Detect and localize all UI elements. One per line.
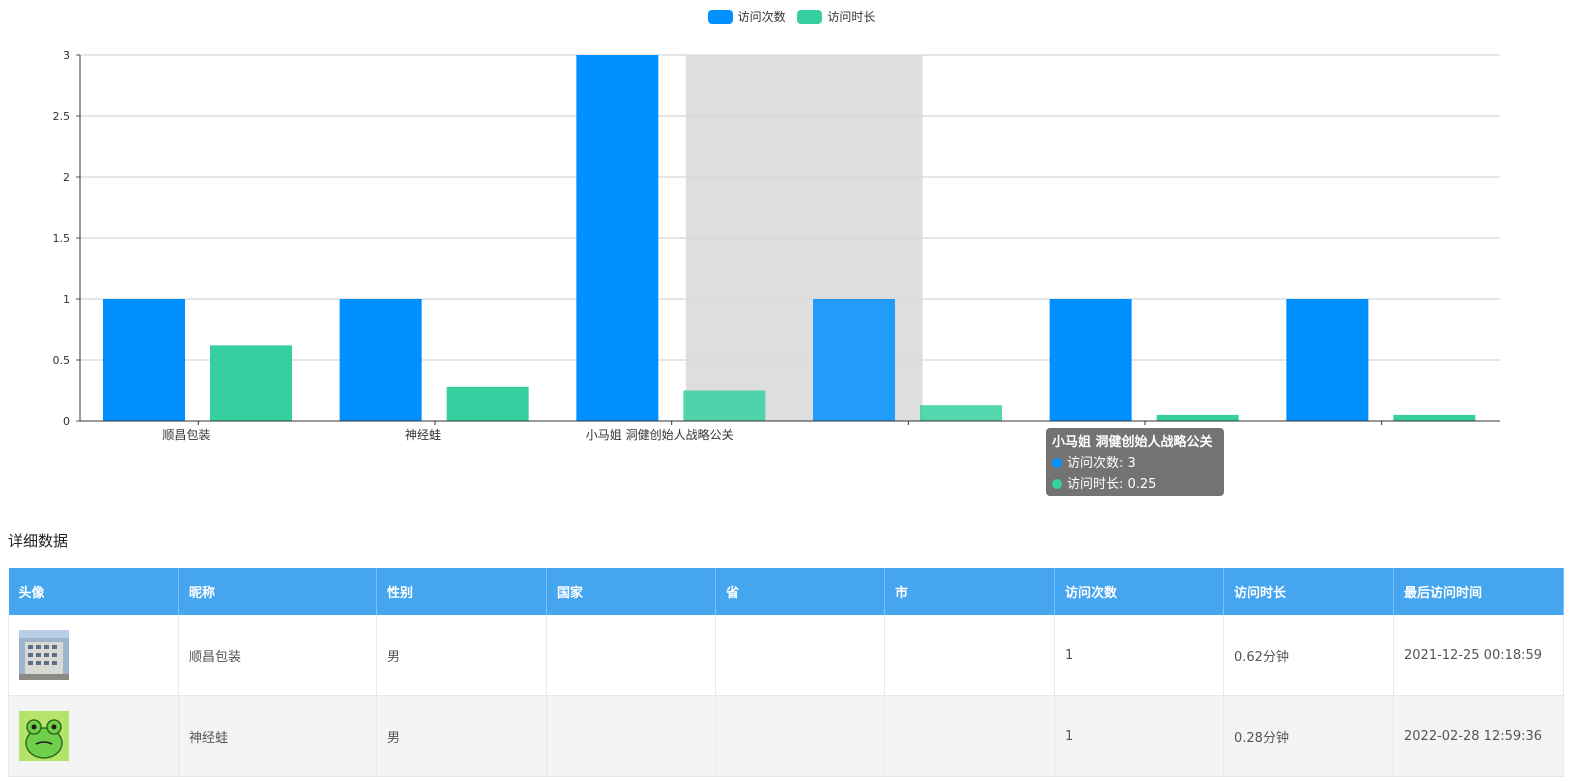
- country-cell: [546, 695, 716, 777]
- y-tick-label: 0.5: [53, 354, 71, 367]
- bar-chart: 0 0.5 1 1.5 2 2.5 3 顺昌包装 神经蛙 小马姐 洞健创始人战略公关: [53, 49, 1500, 442]
- city-cell: [884, 615, 1055, 696]
- gender-cell: 男: [376, 695, 547, 777]
- y-tick-label: 1: [63, 293, 70, 306]
- tooltip-dot-duration: [1052, 479, 1062, 489]
- x-tick-label: 顺昌包装: [162, 428, 210, 442]
- bar-visits: [1049, 299, 1132, 421]
- chart-tooltip: 小马姐 洞健创始人战略公关 访问次数: 3 访问时长: 0.25: [1046, 428, 1224, 496]
- table-row[interactable]: 神经蛙 男 1 0.28分钟 2022-02-28 12:59:36: [8, 695, 1564, 777]
- duration-cell: 0.28分钟: [1223, 695, 1394, 777]
- table-row[interactable]: 顺昌包装 男 1 0.62分钟 2021-12-25 00:18:59: [8, 615, 1564, 696]
- bar-duration: [1156, 414, 1239, 421]
- duration-cell: 0.62分钟: [1223, 615, 1394, 696]
- nickname-cell: 顺昌包装: [178, 615, 377, 696]
- bar-visits: [576, 55, 659, 421]
- bar-visits: [103, 299, 185, 421]
- section-title: 详细数据: [8, 532, 69, 550]
- country-cell: [546, 615, 716, 696]
- nickname-cell: 神经蛙: [178, 695, 377, 777]
- province-cell: [715, 615, 885, 696]
- bar-visits: [339, 299, 422, 421]
- tooltip-dot-visits: [1052, 458, 1062, 468]
- y-tick-label: 1.5: [53, 232, 71, 245]
- bar-duration: [683, 390, 766, 421]
- detail-table: 头像 昵称 性别 国家 省 市 访问次数 访问时长 最后访问时间 顺昌包装 男 …: [8, 568, 1564, 777]
- tooltip-duration-text: 访问时长: 0.25: [1067, 477, 1157, 492]
- visits-cell: 1: [1054, 695, 1224, 777]
- province-cell: [715, 695, 885, 777]
- avatar-cell: [8, 695, 179, 777]
- x-tick-label: 小马姐 洞健创始人战略公关: [586, 427, 734, 442]
- tooltip-line-visits: 访问次数: 3: [1052, 453, 1218, 474]
- header-province[interactable]: 省: [715, 568, 885, 615]
- building-avatar: [19, 630, 69, 680]
- gender-cell: 男: [376, 615, 547, 696]
- x-tick-label: 神经蛙: [405, 428, 441, 442]
- bar-visits: [813, 299, 895, 421]
- y-tick-label: 0: [63, 415, 70, 428]
- bar-visits: [1286, 299, 1369, 421]
- header-city[interactable]: 市: [884, 568, 1055, 615]
- table-header-row: 头像 昵称 性别 国家 省 市 访问次数 访问时长 最后访问时间: [8, 568, 1564, 615]
- frog-avatar: [19, 711, 69, 761]
- y-tick-label: 2: [63, 171, 70, 184]
- bar-duration: [210, 345, 292, 421]
- header-visits[interactable]: 访问次数: [1054, 568, 1224, 615]
- header-country[interactable]: 国家: [546, 568, 716, 615]
- y-tick-label: 2.5: [53, 110, 71, 123]
- last-visit-cell: 2022-02-28 12:59:36: [1393, 695, 1564, 777]
- header-avatar[interactable]: 头像: [8, 568, 179, 615]
- avatar-cell: [8, 615, 179, 696]
- tooltip-title: 小马姐 洞健创始人战略公关: [1052, 435, 1213, 450]
- visits-cell: 1: [1054, 615, 1224, 696]
- bar-duration: [1393, 414, 1476, 421]
- header-gender[interactable]: 性别: [376, 568, 547, 615]
- bar-duration: [920, 405, 1002, 421]
- tooltip-visits-text: 访问次数: 3: [1067, 456, 1136, 471]
- header-nickname[interactable]: 昵称: [178, 568, 377, 615]
- header-last-visit[interactable]: 最后访问时间: [1393, 568, 1564, 615]
- city-cell: [884, 695, 1055, 777]
- last-visit-cell: 2021-12-25 00:18:59: [1393, 615, 1564, 696]
- header-duration[interactable]: 访问时长: [1223, 568, 1394, 615]
- bar-duration: [446, 386, 529, 421]
- tooltip-line-duration: 访问时长: 0.25: [1052, 474, 1218, 495]
- y-tick-label: 3: [63, 49, 70, 62]
